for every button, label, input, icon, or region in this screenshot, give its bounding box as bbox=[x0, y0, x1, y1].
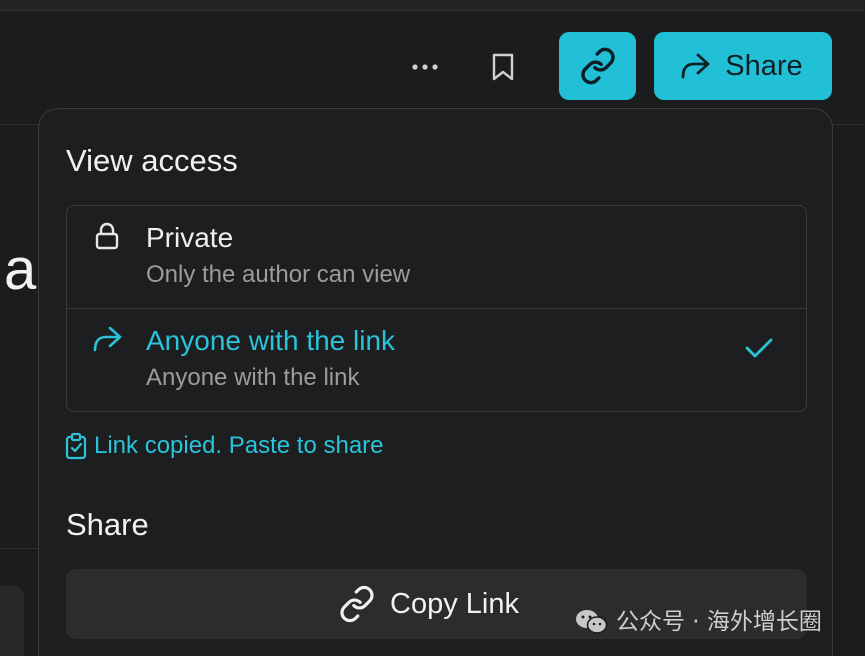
share-button[interactable]: Share bbox=[654, 32, 832, 100]
link-icon bbox=[580, 47, 615, 85]
clipboard-check-icon bbox=[65, 432, 87, 460]
view-access-title: View access bbox=[66, 143, 238, 178]
bookmark-button[interactable] bbox=[482, 46, 524, 88]
option-private-label: Private bbox=[146, 222, 234, 253]
share-forward-icon bbox=[681, 53, 710, 79]
share-forward-icon bbox=[91, 323, 123, 355]
view-access-options: Private Only the author can view Anyone … bbox=[66, 205, 807, 412]
link-copied-status: Link copied. Paste to share bbox=[64, 429, 384, 463]
background-text: a bbox=[4, 237, 37, 302]
link-copied-text: Link copied. Paste to share bbox=[94, 432, 384, 459]
share-section-title: Share bbox=[66, 507, 149, 542]
watermark-text: 公众号 · 海外增长圈 bbox=[616, 609, 822, 635]
copy-link-label: Copy Link bbox=[390, 587, 519, 620]
option-anyone-label: Anyone with the link bbox=[146, 325, 396, 356]
watermark: 公众号 · 海外增长圈 bbox=[574, 606, 822, 638]
option-private[interactable]: Private Only the author can view bbox=[67, 206, 806, 309]
lock-icon bbox=[91, 220, 123, 252]
screen: a Share View access Private Only the aut… bbox=[0, 0, 865, 656]
option-private-description: Only the author can view bbox=[146, 261, 411, 288]
top-edge bbox=[0, 0, 865, 11]
background-card bbox=[0, 586, 24, 656]
share-popover: View access Private Only the author can … bbox=[38, 108, 833, 656]
check-icon bbox=[742, 331, 776, 365]
more-button[interactable] bbox=[404, 48, 446, 86]
option-anyone-description: Anyone with the link bbox=[146, 364, 360, 391]
share-button-label: Share bbox=[725, 49, 803, 82]
wechat-icon bbox=[576, 610, 608, 634]
option-anyone-with-link[interactable]: Anyone with the link Anyone with the lin… bbox=[67, 309, 806, 411]
link-icon bbox=[340, 585, 374, 623]
more-horizontal-icon bbox=[412, 64, 438, 70]
bookmark-icon bbox=[492, 53, 514, 81]
copy-link-toolbar-button[interactable] bbox=[559, 32, 636, 100]
